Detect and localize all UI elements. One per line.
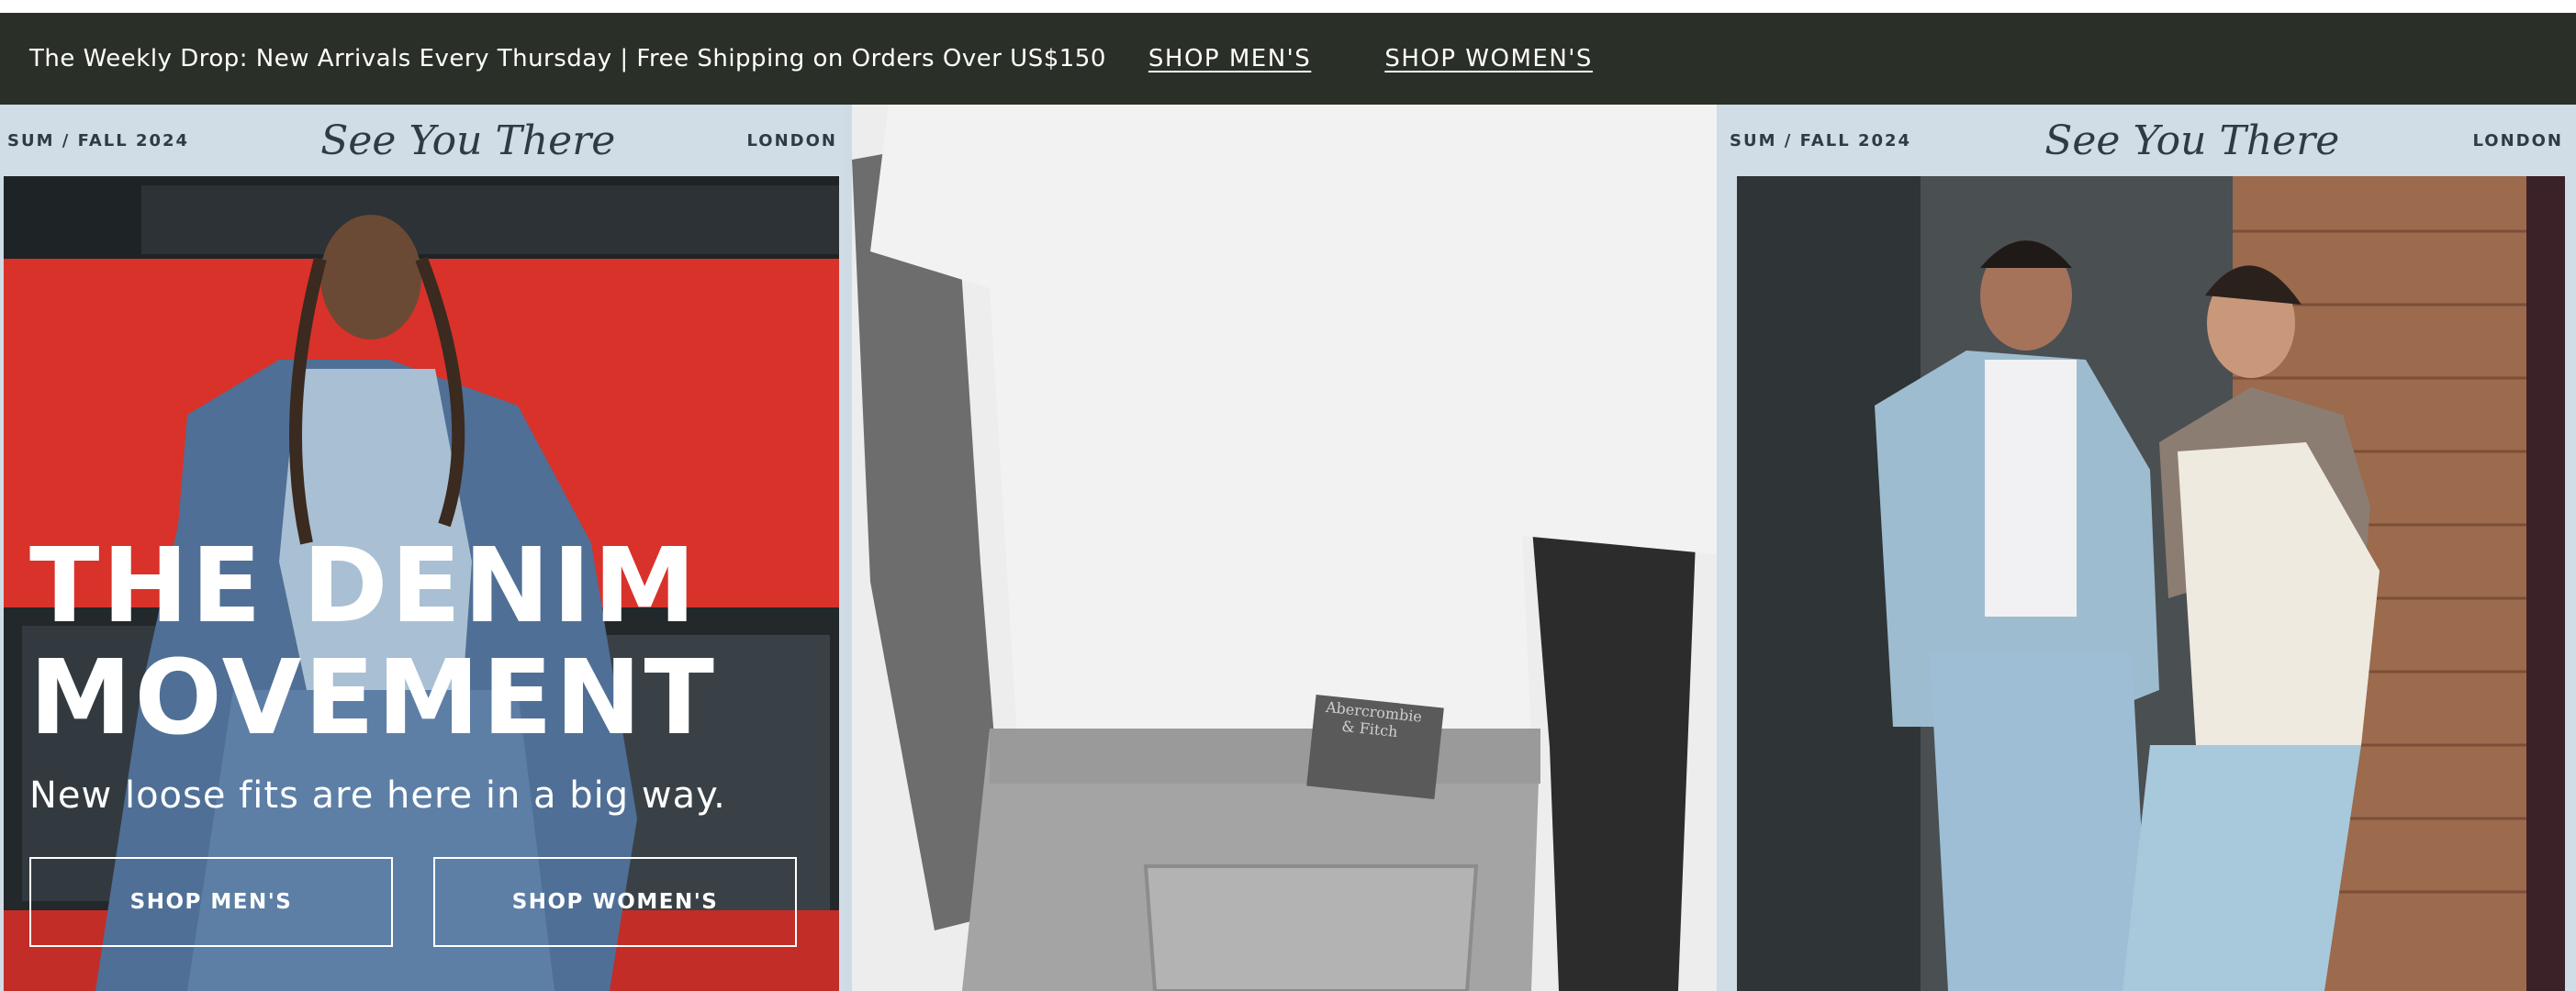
campaign-city: LONDON <box>746 130 837 150</box>
hero-panel-womens[interactable]: SUM / FALL 2024 See You There LONDON THE… <box>0 105 845 991</box>
hero-photo-two-men <box>1737 176 2565 991</box>
campaign-header: SUM / FALL 2024 See You There LONDON <box>0 105 845 176</box>
hero-panel-denim-detail[interactable]: Abercrombie & Fitch <box>852 105 1717 991</box>
campaign-season: SUM / FALL 2024 <box>1730 130 1912 150</box>
hero-subheadline: New loose fits are here in a big way. <box>29 774 726 817</box>
campaign-header: SUM / FALL 2024 See You There LONDON <box>1719 105 2576 176</box>
shop-mens-button[interactable]: SHOP MEN'S <box>29 857 393 947</box>
campaign-tagline: See You There <box>320 117 616 164</box>
promo-message: The Weekly Drop: New Arrivals Every Thur… <box>29 45 1106 72</box>
hero-panel-mens[interactable]: SUM / FALL 2024 See You There LONDON <box>1719 105 2576 991</box>
hero-copy: THE DENIM MOVEMENT New loose fits are he… <box>29 530 726 817</box>
promo-bar: The Weekly Drop: New Arrivals Every Thur… <box>0 13 2576 105</box>
campaign-tagline: See You There <box>2044 117 2340 164</box>
hero-banner: SUM / FALL 2024 See You There LONDON THE… <box>0 105 2576 991</box>
hero-headline-line-2: MOVEMENT <box>29 639 717 758</box>
promo-shop-mens-link[interactable]: SHOP MEN'S <box>1148 45 1311 72</box>
campaign-city: LONDON <box>2472 130 2563 150</box>
promo-shop-womens-link[interactable]: SHOP WOMEN'S <box>1384 45 1593 72</box>
hero-headline-line-1: THE DENIM <box>29 527 699 646</box>
campaign-season: SUM / FALL 2024 <box>7 130 190 150</box>
top-strip <box>0 0 2576 13</box>
hero-photo-tee-jeans: Abercrombie & Fitch <box>852 105 1717 991</box>
shop-womens-button[interactable]: SHOP WOMEN'S <box>433 857 797 947</box>
hero-headline: THE DENIM MOVEMENT <box>29 530 726 754</box>
